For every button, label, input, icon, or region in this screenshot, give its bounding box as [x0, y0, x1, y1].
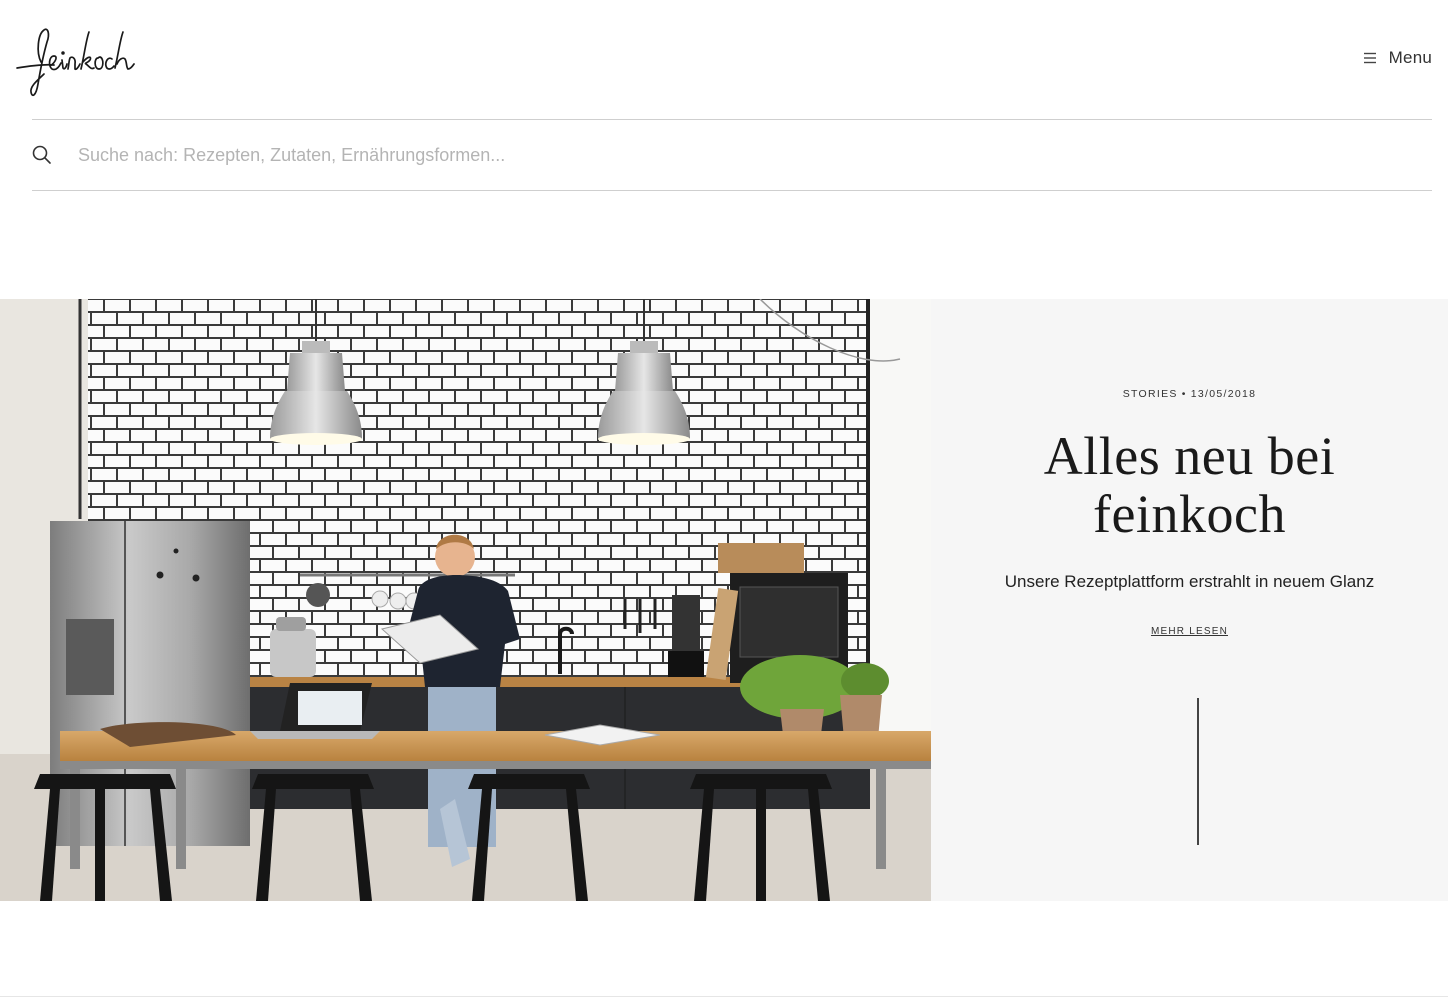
- post-category[interactable]: STORIES: [1123, 388, 1178, 400]
- read-more-link-container: MEHR LESEN: [931, 626, 1448, 637]
- post-title[interactable]: Alles neu bei feinkoch: [971, 427, 1408, 543]
- post-meta: STORIES • 13/05/2018: [931, 388, 1448, 400]
- menu-label: Menu: [1388, 48, 1432, 67]
- meta-separator: •: [1181, 388, 1187, 400]
- search-bar: [32, 119, 1432, 191]
- search-icon[interactable]: [32, 145, 52, 165]
- bottom-divider: [0, 996, 1448, 997]
- logo[interactable]: feinkoch: [14, 22, 144, 102]
- hero-teaser: STORIES • 13/05/2018 Alles neu bei feinkoc…: [0, 299, 1448, 901]
- read-more-link[interactable]: MEHR LESEN: [1151, 626, 1228, 637]
- post-date: 13/05/2018: [1190, 388, 1257, 400]
- post-subtitle: Unsere Rezeptplattform erstrahlt in neue…: [1004, 572, 1375, 591]
- decorative-divider: [1197, 698, 1199, 845]
- menu-button[interactable]: Menu: [1363, 48, 1432, 68]
- hero-image[interactable]: [0, 299, 931, 901]
- kitchen-photo: [0, 299, 931, 901]
- page: feinkoch: [0, 0, 1448, 1000]
- hamburger-icon: [1363, 52, 1376, 64]
- hero-text-panel: STORIES • 13/05/2018 Alles neu bei feinkoc…: [931, 299, 1448, 901]
- search-input[interactable]: [78, 135, 978, 175]
- feinkoch-logo-icon: [16, 28, 135, 97]
